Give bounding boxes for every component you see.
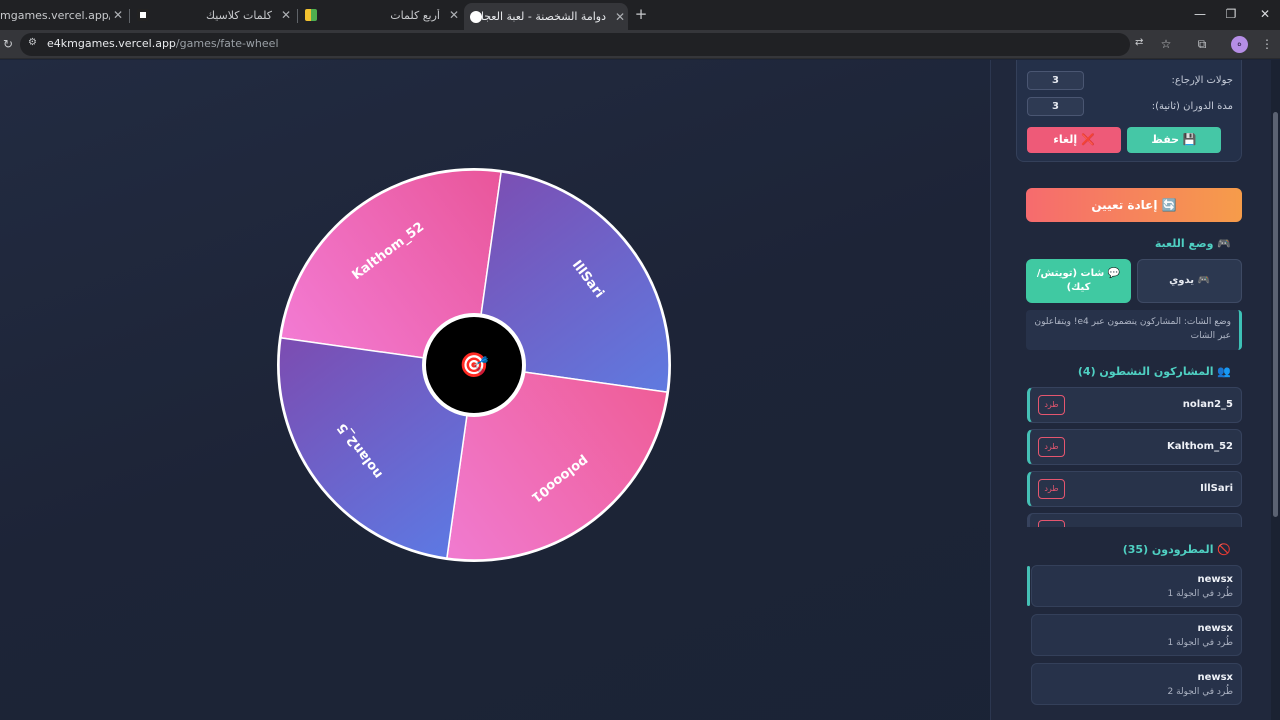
tab-separator [297,9,298,23]
close-icon[interactable]: ✕ [278,8,294,22]
kick-button[interactable] [1038,520,1065,527]
page-content: Kalthom_52 IllSari polooo01 nolan2_5 🎯 جولا… [0,60,1280,720]
address-bar-row: ↻ ⚙ e4kmgames.vercel.app/games/fate-whee… [0,30,1280,59]
close-icon[interactable]: ✕ [446,8,462,22]
participant-row-clipped [1027,513,1242,527]
browser-tab-fate-wheel[interactable]: دوامة الشخصنة - لعبة العجلة وال ✕ [464,3,628,30]
active-participants-title: 👥 المشاركون النشطون (4) [1077,365,1231,378]
target-icon: 🎯 [459,351,489,379]
bookmark-star-icon[interactable]: ☆ [1158,36,1174,52]
chat-mode-button[interactable]: 💬 شات (تويتش/كيك) [1026,259,1131,303]
reset-button[interactable]: 🔄 إعادة تعيين [1026,188,1242,222]
sidebar-scrollbar[interactable] [1271,60,1280,720]
close-icon[interactable]: ✕ [612,10,628,24]
new-tab-button[interactable]: + [633,5,649,23]
mode-info-box: وضع الشات: المشاركون ينضمون عبر e4! ويتف… [1026,310,1242,350]
participant-row: Kalthom_52 طرد [1027,429,1242,465]
wheel-svg: Kalthom_52 IllSaripolooo01nolan2_5 🎯 [277,168,671,562]
save-button[interactable]: 💾 حفظ [1127,127,1221,153]
kick-button[interactable]: طرد [1038,479,1065,499]
favicon-icon [305,9,317,21]
tab-title: mgames.vercel.app/games/ [0,8,110,22]
reload-icon[interactable]: ↻ [0,36,16,52]
participant-row [1027,513,1242,527]
translate-icon[interactable]: ⇄ [1135,37,1143,48]
return-rounds-label: جولات الإرجاع: [1171,75,1233,86]
menu-icon[interactable]: ⋮ [1259,36,1275,52]
browser-tab-four-words[interactable]: أربع كلمات ✕ [302,3,462,27]
address-bar[interactable]: ⚙ e4kmgames.vercel.app/games/fate-wheel … [20,33,1143,56]
wheel-stage: Kalthom_52 IllSari polooo01 nolan2_5 🎯 [0,60,990,720]
favicon-icon [470,10,482,23]
browser-tab-games[interactable]: mgames.vercel.app/games/ ✕ [0,3,126,27]
participant-row: IllSari طرد [1027,471,1242,507]
favicon-icon [137,9,149,21]
kick-button[interactable]: طرد [1038,437,1065,457]
close-icon[interactable]: ✕ [110,8,126,22]
spin-duration-row: مدة الدوران (ثانية): 3 [1017,97,1243,117]
game-mode-title: 🎮 وضع اللعبة [1154,237,1231,250]
kicked-name: newsx [1197,574,1233,585]
participant-name: Kalthom_52 [1166,441,1233,452]
tab-title: دوامة الشخصنة - لعبة العجلة وال [482,10,606,23]
extensions-icon[interactable]: ⧉ [1194,36,1210,52]
return-rounds-input[interactable]: 3 [1027,71,1084,90]
kicked-round: طُرد في الجولة 1 [1167,638,1233,648]
kicked-title: 🚫 المطرودون (35) [1122,543,1231,556]
control-sidebar: جولات الإرجاع: 3 مدة الدوران (ثانية): 3 … [990,60,1271,720]
kicked-row: newsx طُرد في الجولة 2 [1031,663,1242,705]
participant-name: nolan2_5 [1182,399,1233,410]
cancel-button[interactable]: ❌ إلغاء [1027,127,1121,153]
minimize-icon[interactable]: — [1191,6,1209,22]
kicked-list-accent [1027,566,1030,606]
tab-title: كلمات كلاسيك [205,8,272,22]
kick-button[interactable]: طرد [1038,395,1065,415]
browser-tab-classic-words[interactable]: كلمات كلاسيك ✕ [134,3,294,27]
profile-avatar[interactable]: ه [1231,36,1248,53]
participant-row: nolan2_5 طرد [1027,387,1242,423]
manual-mode-button[interactable]: 🎮 يدوي [1137,259,1242,303]
scrollbar-thumb[interactable] [1273,112,1278,517]
kicked-round: طُرد في الجولة 1 [1167,589,1233,599]
spin-duration-input[interactable]: 3 [1027,97,1084,116]
tab-separator [129,9,130,23]
tab-title: أربع كلمات [390,8,440,22]
spin-duration-label: مدة الدوران (ثانية): [1151,101,1233,112]
return-rounds-row: جولات الإرجاع: 3 [1017,71,1243,91]
close-window-icon[interactable]: ✕ [1256,6,1274,22]
kicked-row: newsx طُرد في الجولة 1 [1031,614,1242,656]
site-info-icon[interactable]: ⚙ [28,37,37,48]
participant-name: IllSari [1200,483,1233,494]
kicked-row: newsx طُرد في الجولة 1 [1031,565,1242,607]
kicked-name: newsx [1197,623,1233,634]
kicked-round: طُرد في الجولة 2 [1167,687,1233,697]
browser-tab-bar: mgames.vercel.app/games/ ✕ كلمات كلاسيك … [0,0,1280,30]
settings-card: جولات الإرجاع: 3 مدة الدوران (ثانية): 3 … [1016,60,1242,162]
fate-wheel[interactable]: Kalthom_52 IllSari polooo01 nolan2_5 🎯 [277,168,671,562]
url-text: e4kmgames.vercel.app/games/fate-wheel [47,37,279,50]
restore-icon[interactable]: ❐ [1222,6,1240,22]
kicked-name: newsx [1197,672,1233,683]
